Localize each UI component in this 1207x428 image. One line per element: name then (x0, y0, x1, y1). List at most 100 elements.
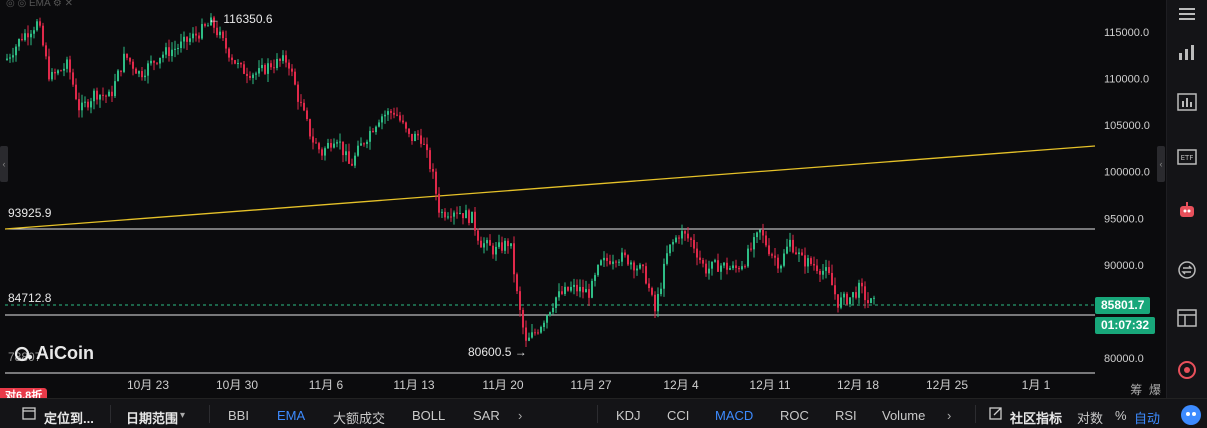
candle-body (411, 133, 413, 142)
candle-body (648, 283, 650, 289)
settings-icon[interactable]: ⚙ ✕ (50, 0, 73, 9)
candle-body (198, 35, 200, 39)
indicator-panel-icon[interactable] (1175, 90, 1199, 114)
candle-body (297, 84, 299, 102)
right-toolbar: ETF 筹 爆 (1130, 0, 1207, 398)
indicator-macd[interactable]: MACD (715, 408, 753, 423)
candle-body (378, 122, 380, 127)
indicator-boll[interactable]: BOLL (412, 408, 445, 423)
candle-body (726, 262, 728, 270)
locate-button[interactable]: 定位到... (44, 408, 94, 427)
liquidation-label[interactable]: 爆 (1149, 383, 1161, 397)
corner-labels: 筹 爆 (1101, 381, 1161, 398)
etf-icon[interactable]: ETF (1175, 145, 1199, 169)
candle-body (639, 264, 641, 269)
candle-body (252, 74, 254, 78)
candle-body (696, 248, 698, 258)
candle-body (90, 101, 92, 108)
time-axis-tick: 1月 1 (1022, 378, 1051, 392)
candle-body (132, 61, 134, 69)
candle-body (663, 263, 665, 289)
candle-body (216, 27, 218, 36)
candle-body (24, 33, 26, 41)
candle-body (492, 245, 494, 255)
candlestick-chart[interactable]: 115000.0 110000.0 105000.0 100000.0 95000.0 9… (0, 0, 1165, 398)
candle-body (837, 294, 839, 308)
notification-icon[interactable] (1175, 358, 1199, 382)
candle-body (477, 230, 479, 241)
candle-body (342, 141, 344, 156)
indicator-bbi[interactable]: BBI (228, 408, 249, 423)
candle-body (537, 332, 539, 334)
candle-body (372, 130, 374, 133)
bar-chart-icon[interactable] (1175, 40, 1199, 64)
indicator-cci[interactable]: CCI (667, 408, 689, 423)
candle-body (120, 70, 122, 72)
auto-scale-toggle[interactable]: 自动 (1134, 408, 1160, 427)
exchange-icon[interactable] (1175, 258, 1199, 282)
candle-body (777, 257, 779, 269)
candle-body (36, 21, 38, 31)
candle-body (816, 265, 818, 271)
percent-scale-toggle[interactable]: % (1115, 408, 1127, 423)
candle-body (684, 231, 686, 234)
edit-icon[interactable] (989, 406, 1003, 423)
candle-body (171, 49, 173, 57)
candle-body (165, 47, 167, 55)
candle-body (795, 252, 797, 255)
trendline[interactable] (4, 145, 1096, 230)
candle-body (261, 64, 263, 69)
indicator-volume[interactable]: Volume (882, 408, 925, 423)
candle-body (666, 253, 668, 264)
candle-body (582, 286, 584, 293)
candle-body (753, 237, 755, 250)
chip-label[interactable]: 筹 (1130, 383, 1142, 397)
candle-body (540, 327, 542, 333)
candle-body (534, 332, 536, 334)
date-range-button[interactable]: 日期范围 (126, 408, 178, 427)
candle-body (570, 286, 572, 291)
calendar-icon[interactable] (22, 406, 36, 423)
indicator-kdj[interactable]: KDJ (616, 408, 641, 423)
indicator-roc[interactable]: ROC (780, 408, 809, 423)
candle-body (519, 291, 521, 310)
community-indicators-button[interactable]: 社区指标 (1010, 408, 1062, 427)
chevron-right-icon[interactable]: › (947, 408, 951, 423)
candle-body (849, 297, 851, 305)
candle-body (456, 212, 458, 214)
support-avatar-icon[interactable] (1180, 404, 1202, 428)
dropdown-arrow-icon[interactable]: ▾ (180, 410, 185, 421)
chart-area[interactable]: 115000.0 110000.0 105000.0 100000.0 95000.0 9… (0, 0, 1165, 398)
candle-body (384, 114, 386, 117)
eye-icon[interactable]: ◎ ◎ (6, 0, 29, 9)
candle-body (675, 237, 677, 243)
candle-body (108, 91, 110, 97)
price-axis-tick: 90000.0 (1104, 260, 1144, 272)
log-scale-toggle[interactable]: 对数 (1077, 408, 1103, 427)
right-collapse-handle[interactable]: ‹ (1157, 146, 1165, 182)
robot-icon[interactable] (1175, 198, 1199, 222)
indicator-rsi[interactable]: RSI (835, 408, 857, 423)
candle-body (339, 141, 341, 143)
candle-body (6, 58, 8, 60)
candle-body (105, 95, 107, 97)
indicator-large-trades[interactable]: 大额成交 (333, 408, 385, 427)
candle-body (528, 337, 530, 341)
candle-body (228, 48, 230, 58)
candle-body (585, 289, 587, 293)
layout-icon[interactable] (1175, 306, 1199, 330)
candle-body (381, 116, 383, 123)
candle-body (327, 143, 329, 149)
chevron-right-icon[interactable]: › (518, 408, 522, 423)
candle-body (246, 73, 248, 76)
candle-body (486, 240, 488, 244)
candle-body (858, 282, 860, 298)
candle-body (771, 254, 773, 256)
left-collapse-handle[interactable]: ‹ (0, 146, 8, 182)
indicator-sar[interactable]: SAR (473, 408, 500, 423)
candle-body (276, 59, 278, 69)
menu-icon[interactable] (1175, 2, 1199, 26)
indicator-ema[interactable]: EMA (277, 408, 305, 423)
candle-body (99, 94, 101, 100)
candle-body (360, 143, 362, 146)
